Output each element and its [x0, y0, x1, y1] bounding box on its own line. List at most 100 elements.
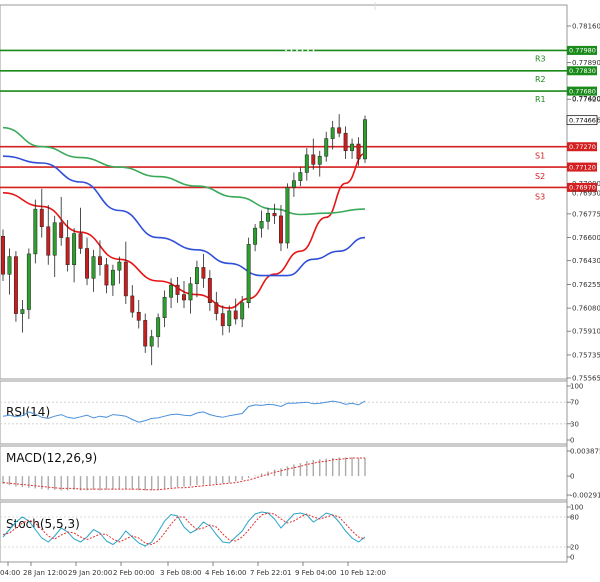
- candle-body-down: [39, 208, 44, 228]
- candle-body-up: [188, 283, 193, 301]
- candle: [1, 229, 5, 282]
- candle: [363, 115, 367, 164]
- time-tick-label: 29 Jan 20:00: [68, 569, 112, 577]
- candle-body-down: [98, 256, 102, 265]
- time-tick-label: 7 Feb 22:01: [250, 569, 291, 577]
- candle-body-up: [52, 222, 57, 256]
- candle-body-up: [285, 187, 290, 244]
- indicator-tick-label: -0.002914: [570, 492, 600, 500]
- chart-background: [0, 0, 600, 582]
- time-tick-label: 10 Feb 12:00: [340, 569, 386, 577]
- level-label-r2: R2: [535, 75, 546, 84]
- candle-body-up: [110, 269, 115, 286]
- level-marker-dot: [296, 49, 298, 52]
- time-tick-label: 4 Feb 16:00: [205, 569, 246, 577]
- candle-body-up: [246, 244, 251, 303]
- indicator-tick-label: 0: [570, 437, 574, 445]
- candle-body-up: [350, 143, 355, 152]
- price-tick-label: 0.75735: [572, 351, 600, 359]
- time-tick-label: 2 Feb 00:00: [113, 569, 154, 577]
- trading-chart: 0.781600.778900.776200.774660.770000.767…: [0, 0, 600, 582]
- candle-body-up: [330, 127, 335, 139]
- r1-partial-label: 0.77400: [572, 95, 600, 103]
- indicator-tick-label: 80: [570, 514, 579, 522]
- candle-body-down: [104, 264, 109, 286]
- current-price-tag-text: 0.77466: [569, 116, 596, 124]
- level-label-s3: S3: [535, 192, 545, 201]
- price-tick-label: 0.78160: [572, 23, 600, 31]
- candle-body-up: [20, 309, 25, 314]
- candle-body-down: [123, 261, 128, 297]
- candle-body-down: [311, 154, 316, 165]
- indicator-tick-label: 0.003875: [570, 448, 600, 456]
- candle: [26, 248, 31, 319]
- candle-body-up: [253, 227, 258, 245]
- price-tick-label: 0.76775: [572, 210, 600, 218]
- price-tick-label: 0.76255: [572, 281, 600, 289]
- candle-body-down: [337, 127, 342, 134]
- level-marker-dot: [290, 49, 293, 52]
- candle-body-up: [304, 154, 309, 173]
- price-tick-label: 0.75565: [572, 375, 600, 383]
- s3-partial-label: 0.76930: [572, 189, 600, 197]
- candle-body-up: [291, 180, 296, 188]
- candle-body-down: [78, 233, 83, 249]
- candle-body-up: [169, 284, 174, 298]
- level-label-r1: R1: [535, 95, 546, 104]
- candle-body-down: [1, 236, 5, 275]
- candle-body-up: [156, 317, 161, 337]
- candle-body-down: [233, 310, 238, 320]
- candle: [246, 237, 251, 309]
- candle-body-up: [266, 212, 270, 222]
- indicator-tick-label: 0: [570, 554, 574, 562]
- candle-body-up: [298, 172, 303, 181]
- candle-body-down: [85, 248, 89, 279]
- candle-body-up: [363, 119, 367, 160]
- candle-body-up: [162, 297, 167, 318]
- candle-body-down: [59, 222, 64, 238]
- indicator-tick-label: 70: [570, 399, 579, 407]
- candle-body-down: [214, 302, 219, 314]
- stoch-title: Stoch(5,5,3): [6, 517, 80, 531]
- candle-body-down: [65, 237, 70, 265]
- indicator-tick-label: 100: [570, 504, 583, 512]
- level-marker-dot: [312, 49, 315, 52]
- candle-body-down: [356, 143, 361, 160]
- time-tick-label: 3 Feb 08:00: [160, 569, 201, 577]
- candle: [33, 199, 38, 264]
- candle-body-up: [72, 233, 77, 265]
- candle-body-down: [182, 294, 186, 301]
- candle-body-up: [227, 310, 232, 327]
- level-price-tag-text: 0.77980: [569, 47, 596, 55]
- price-tick-label: 0.77890: [572, 59, 600, 67]
- candle-body-down: [343, 132, 348, 152]
- indicator-tick-label: 20: [570, 544, 579, 552]
- indicator-tick-label: 30: [570, 420, 579, 428]
- time-tick-label: 28 Jan 12:00: [23, 569, 67, 577]
- candle: [13, 251, 18, 322]
- level-price-tag-text: 0.77270: [569, 143, 596, 151]
- macd-title: MACD(12,26,9): [6, 451, 97, 465]
- candle-body-down: [13, 256, 18, 314]
- candle-body-up: [324, 138, 329, 157]
- price-tick-label: 0.76600: [572, 234, 600, 242]
- time-tick-label: 04:00: [0, 569, 20, 577]
- current-price: 0.77466: [566, 115, 598, 126]
- candle-body-down: [220, 313, 225, 327]
- candle-body-up: [149, 336, 154, 347]
- candle-body-down: [272, 212, 277, 217]
- candle-body-down: [201, 267, 206, 279]
- level-marker-dot: [307, 49, 309, 52]
- price-tick-label: 0.76430: [572, 257, 600, 265]
- indicator-tick-label: 100: [570, 383, 583, 391]
- candle-body-up: [317, 155, 322, 165]
- candle-body-up: [91, 256, 96, 279]
- level-label-s2: S2: [535, 172, 545, 181]
- price-tick-label: 0.75910: [572, 328, 600, 336]
- candle-body-down: [130, 295, 135, 313]
- candle-body-up: [240, 302, 245, 320]
- level-label-s1: S1: [535, 152, 545, 161]
- candle-body-down: [175, 284, 180, 295]
- price-tick-label: 0.76080: [572, 305, 600, 313]
- candle-body-up: [117, 261, 122, 271]
